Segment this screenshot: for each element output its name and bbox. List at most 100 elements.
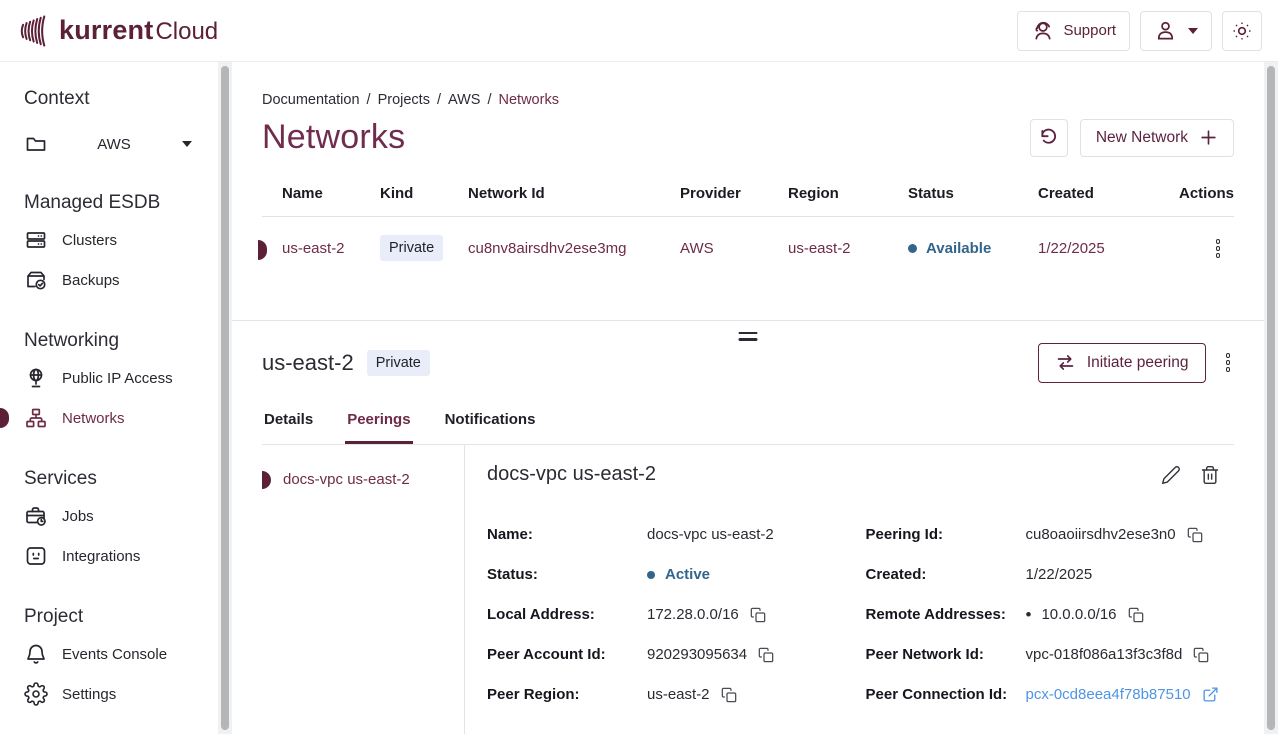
peer-connection-link[interactable]: pcx-0cd8eea4f78b87510 (1026, 686, 1191, 703)
field-label: Peer Network Id: (866, 646, 1026, 663)
new-network-button[interactable]: New Network (1080, 119, 1234, 157)
clusters-icon (24, 228, 48, 252)
sidebar-item-public-ip-access[interactable]: Public IP Access (24, 358, 208, 398)
field-peer-connection-id: Peer Connection Id: pcx-0cd8eea4f78b8751… (866, 675, 1235, 715)
sidebar-item-integrations[interactable]: Integrations (24, 536, 208, 576)
field-status: Status: Active (487, 555, 856, 595)
copy-button[interactable] (749, 606, 767, 624)
cell-region: us-east-2 (788, 240, 908, 257)
sidebar-item-networks[interactable]: Networks (24, 398, 208, 438)
sidebar-scrollbar[interactable] (218, 62, 232, 734)
breadcrumb-item[interactable]: Projects (378, 92, 430, 108)
field-value: 172.28.0.0/16 (647, 606, 739, 623)
column-header-region: Region (788, 185, 908, 202)
kurrent-logo[interactable]: kurrentCloud (20, 9, 218, 53)
copy-button[interactable] (1192, 646, 1210, 664)
breadcrumb-current: Networks (499, 92, 559, 108)
breadcrumb-separator: / (437, 92, 441, 108)
sidebar-heading-managed-esdb: Managed ESDB (24, 192, 208, 214)
user-menu-button[interactable] (1140, 11, 1212, 51)
field-value: 920293095634 (647, 646, 747, 663)
breadcrumb-separator: / (367, 92, 371, 108)
field-label: Remote Addresses: (866, 606, 1026, 623)
sidebar-heading-services: Services (24, 468, 208, 490)
copy-button[interactable] (720, 686, 738, 704)
field-label: Peer Region: (487, 686, 647, 703)
peering-list-item[interactable]: docs-vpc us-east-2 (262, 471, 464, 489)
row-actions-menu-button[interactable] (1212, 235, 1225, 262)
topbar-actions: Support (1017, 11, 1262, 51)
list-bullet: • (1026, 606, 1032, 623)
main-scrollbar[interactable] (1264, 62, 1278, 734)
bell-icon (24, 642, 48, 666)
field-label: Local Address: (487, 606, 647, 623)
sidebar-item-backups[interactable]: Backups (24, 260, 208, 300)
initiate-peering-label: Initiate peering (1087, 354, 1189, 372)
breadcrumb-item[interactable]: AWS (448, 92, 481, 108)
pencil-icon (1161, 465, 1181, 485)
field-label: Peering Id: (866, 526, 1026, 543)
theme-toggle-button[interactable] (1222, 11, 1262, 51)
chevron-down-icon (1188, 28, 1198, 34)
panel-drag-handle[interactable] (737, 330, 760, 343)
tab-notifications[interactable]: Notifications (443, 407, 538, 444)
copy-icon (1128, 607, 1144, 623)
delete-peering-button[interactable] (1198, 463, 1222, 487)
breadcrumb-item[interactable]: Documentation (262, 92, 360, 108)
field-name: Name: docs-vpc us-east-2 (487, 515, 856, 555)
sidebar-scrollbar-thumb[interactable] (221, 66, 229, 730)
column-header-name: Name (262, 185, 380, 202)
copy-button[interactable] (757, 646, 775, 664)
field-peer-account-id: Peer Account Id: 920293095634 (487, 635, 856, 675)
field-label: Name: (487, 526, 647, 543)
wave-logo-icon (20, 9, 50, 53)
breadcrumb: Documentation / Projects / AWS / Network… (262, 92, 1234, 108)
field-value: Active (665, 566, 710, 583)
panel-actions-menu-button[interactable] (1222, 349, 1235, 376)
edit-peering-button[interactable] (1159, 463, 1183, 487)
sidebar-item-events-console[interactable]: Events Console (24, 634, 208, 674)
context-selected-value: AWS (48, 136, 180, 153)
external-link-button[interactable] (1201, 685, 1220, 704)
field-value: 1/22/2025 (1026, 566, 1093, 583)
table-row[interactable]: us-east-2 Private cu8nv8airsdhv2ese3mg A… (262, 217, 1234, 284)
status-badge: Available (926, 240, 991, 257)
copy-button[interactable] (1186, 526, 1204, 544)
selected-peering-indicator (262, 471, 271, 489)
column-header-provider: Provider (680, 185, 788, 202)
main-content: Documentation / Projects / AWS / Network… (232, 62, 1264, 734)
gear-icon (24, 682, 48, 706)
backups-icon (24, 268, 48, 292)
support-label: Support (1063, 22, 1116, 39)
refresh-button[interactable] (1030, 119, 1068, 157)
tab-peerings[interactable]: Peerings (345, 407, 412, 444)
copy-icon (721, 687, 737, 703)
sidebar-item-label: Clusters (62, 232, 117, 249)
field-label: Created: (866, 566, 1026, 583)
table-header-row: Name Kind Network Id Provider Region Sta… (262, 177, 1234, 217)
sidebar: Context AWS Managed ESDB Clusters (0, 62, 218, 734)
cell-created: 1/22/2025 (1038, 240, 1168, 257)
main-scrollbar-thumb[interactable] (1267, 66, 1275, 730)
folder-icon (24, 132, 48, 156)
sidebar-item-clusters[interactable]: Clusters (24, 220, 208, 260)
cell-provider: AWS (680, 240, 788, 257)
context-selector[interactable]: AWS (24, 126, 192, 162)
top-bar: kurrentCloud Support (0, 0, 1278, 62)
brand-name: kurrent (59, 15, 153, 45)
field-label: Peer Account Id: (487, 646, 647, 663)
copy-button[interactable] (1127, 606, 1145, 624)
sidebar-item-settings[interactable]: Settings (24, 674, 208, 714)
initiate-peering-button[interactable]: Initiate peering (1038, 343, 1206, 383)
sidebar-item-jobs[interactable]: Jobs (24, 496, 208, 536)
support-button[interactable]: Support (1017, 11, 1130, 51)
sun-icon (1231, 20, 1253, 42)
field-created: Created: 1/22/2025 (866, 555, 1235, 595)
tab-details[interactable]: Details (262, 407, 315, 444)
page-title: Networks (262, 118, 405, 157)
column-header-created: Created (1038, 185, 1168, 202)
network-detail-panel: us-east-2 Private Initiate peering (232, 320, 1264, 734)
peering-detail: docs-vpc us-east-2 (465, 445, 1234, 734)
sidebar-heading-project: Project (24, 606, 208, 628)
sidebar-item-label: Networks (62, 410, 125, 427)
